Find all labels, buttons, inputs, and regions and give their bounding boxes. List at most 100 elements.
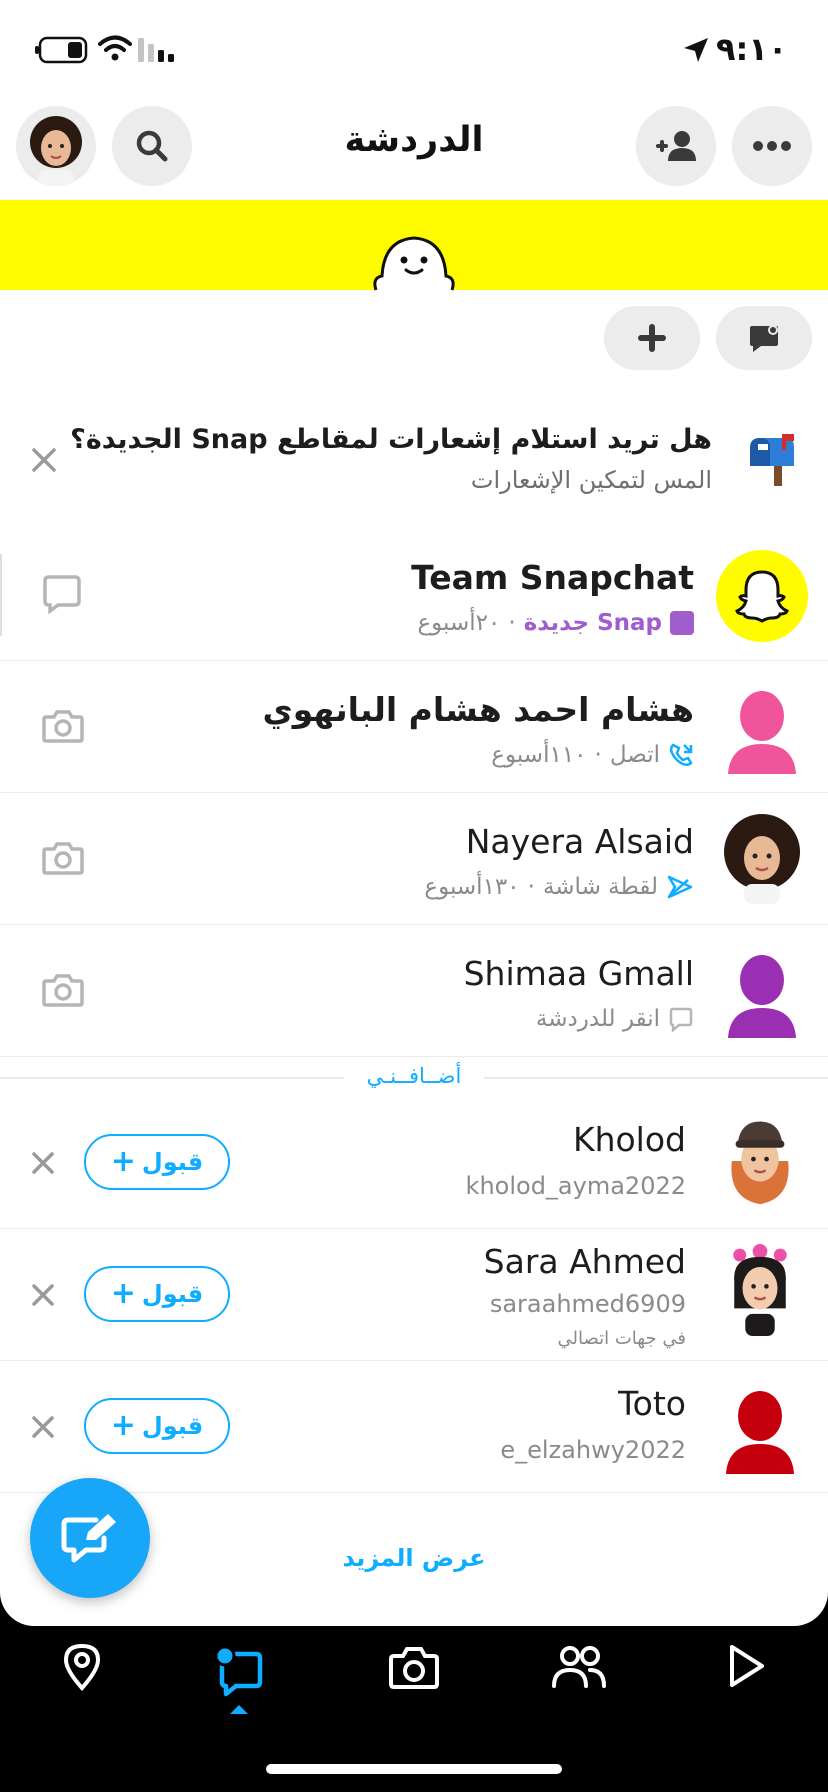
- close-icon[interactable]: [30, 446, 58, 474]
- chat-status-text: لقطة شاشة: [542, 874, 658, 900]
- chat-time: ١١٠أسبوع: [491, 742, 587, 768]
- avatar-bitmoji-icon: [30, 116, 82, 186]
- app-root: ٩:١٠ الدردشة هل تريد استلام إشعارات لمقا…: [0, 0, 828, 1792]
- chat-outline-icon: [669, 1007, 693, 1032]
- chat-row-hesham[interactable]: هشام احمد هشام البانهوي اتصل · ١١٠أسبوع: [0, 662, 828, 793]
- more-dots-icon: [753, 141, 791, 151]
- chat-status-text: انقر للدردشة: [535, 1006, 660, 1032]
- dot-separator: ·: [594, 742, 602, 768]
- home-indicator: [266, 1764, 562, 1774]
- location-arrow-icon: [684, 38, 708, 62]
- show-more-link[interactable]: عرض المزيد: [314, 1544, 514, 1572]
- status-bar: ٩:١٠: [0, 0, 828, 100]
- camera-icon[interactable]: [42, 972, 84, 1008]
- bitmoji-placeholder-avatar[interactable]: [716, 946, 808, 1038]
- map-pin-icon[interactable]: [60, 1642, 104, 1692]
- bottom-nav: [0, 1626, 828, 1792]
- camera-icon[interactable]: [42, 708, 84, 744]
- notification-title-before: هل تريد استلام إشعارات لمقاطع: [276, 424, 712, 455]
- accept-label: قبول: [141, 1148, 204, 1176]
- request-note: في جهات اتصالي: [557, 1328, 687, 1349]
- notification-title-after: الجديدة؟: [70, 424, 182, 455]
- page-title: الدردشة: [344, 120, 484, 160]
- friends-stories-icon[interactable]: [550, 1642, 608, 1692]
- friend-request-row[interactable]: قبول + Sara Ahmed saraahmed6909 في جهات …: [0, 1230, 828, 1361]
- chat-status: لقطة شاشة · ١٣٠أسبوع: [424, 874, 694, 900]
- bitmoji-placeholder-avatar[interactable]: [716, 682, 808, 774]
- new-chat-fab[interactable]: [30, 1478, 150, 1598]
- ghost-peek-icon: [373, 236, 455, 291]
- added-me-section-label: أضــافــنـي: [344, 1064, 484, 1088]
- chat-status-text: جديدة: [523, 610, 590, 636]
- chat-bubble-icon[interactable]: [42, 574, 82, 614]
- compose-chat-icon: [61, 1514, 116, 1563]
- battery-icon: [35, 36, 88, 64]
- sara-bitmoji-avatar[interactable]: [714, 1244, 806, 1336]
- spotlight-play-icon[interactable]: [724, 1642, 768, 1690]
- status-time: ٩:١٠: [716, 30, 788, 68]
- notification-title-brand: Snap: [191, 424, 268, 455]
- chat-name: هشام احمد هشام البانهوي: [262, 690, 695, 729]
- friend-request-row[interactable]: قبول + Kholod kholod_ayma2022: [0, 1098, 828, 1229]
- notification-subtitle: المس لتمكين الإشعارات: [470, 466, 712, 494]
- screenshot-icon: [667, 875, 693, 899]
- request-username: kholod_ayma2022: [465, 1172, 686, 1200]
- friend-request-row[interactable]: قبول + Toto e_elzahwy2022: [0, 1362, 828, 1493]
- my-bitmoji-avatar[interactable]: [16, 106, 96, 186]
- chat-time: ٢٠أسبوع: [417, 610, 501, 636]
- chat-row-nayera[interactable]: Nayera Alsaid لقطة شاشة · ١٣٠أسبوع: [0, 794, 828, 925]
- chat-name: Shimaa Gmall: [463, 954, 694, 993]
- chat-tab-icon: [214, 1645, 263, 1697]
- chat-time: ١٣٠أسبوع: [424, 874, 520, 900]
- mailbox-icon: [750, 434, 794, 486]
- accept-label: قبول: [141, 1280, 204, 1308]
- request-name: Sara Ahmed: [483, 1242, 686, 1281]
- dismiss-x-icon[interactable]: [30, 1282, 56, 1308]
- snap-unopened-square-icon: [670, 611, 694, 635]
- story-reply-button[interactable]: [716, 306, 812, 370]
- accept-button[interactable]: قبول +: [84, 1134, 230, 1190]
- add-friend-button[interactable]: [636, 106, 716, 186]
- chat-row-team-snapchat[interactable]: Team Snapchat Snap جديدة · ٢٠أسبوع: [0, 530, 828, 661]
- team-snapchat-avatar[interactable]: [716, 550, 808, 642]
- dismiss-x-icon[interactable]: [30, 1150, 56, 1176]
- nayera-bitmoji-avatar[interactable]: [716, 812, 808, 904]
- snap-yellow-banner: [0, 200, 828, 291]
- accept-button[interactable]: قبول +: [84, 1398, 230, 1454]
- search-button[interactable]: [112, 106, 192, 186]
- chat-status: انقر للدردشة: [536, 1006, 694, 1032]
- search-icon: [136, 130, 168, 162]
- chat-row-shimaa[interactable]: Shimaa Gmall انقر للدردشة: [0, 926, 828, 1057]
- request-name: Toto: [618, 1384, 686, 1423]
- chat-name: Team Snapchat: [411, 558, 694, 597]
- new-story-button[interactable]: [604, 306, 700, 370]
- wifi-icon: [98, 35, 132, 61]
- bitmoji-placeholder-avatar[interactable]: [714, 1382, 806, 1474]
- row-divider-mark: [0, 554, 2, 636]
- chat-tab[interactable]: [212, 1636, 272, 1716]
- chat-screen: ٩:١٠ الدردشة هل تريد استلام إشعارات لمقا…: [0, 0, 828, 1626]
- notification-prompt[interactable]: هل تريد استلام إشعارات لمقاطع Snap الجدي…: [0, 400, 828, 500]
- dot-separator: ·: [508, 610, 516, 636]
- ghost-logo-icon: [735, 570, 789, 623]
- chat-status: اتصل · ١١٠أسبوع: [491, 742, 694, 768]
- dot-separator: ·: [527, 874, 535, 900]
- accept-button[interactable]: قبول +: [84, 1266, 230, 1322]
- request-name: Kholod: [572, 1120, 686, 1159]
- kholod-bitmoji-avatar[interactable]: [714, 1114, 806, 1206]
- plus-icon: +: [110, 1408, 136, 1443]
- plus-icon: +: [110, 1276, 136, 1311]
- request-username: saraahmed6909: [489, 1290, 686, 1318]
- chat-name: Nayera Alsaid: [465, 822, 694, 861]
- plus-icon: [638, 324, 666, 352]
- story-bubble-icon: [750, 325, 778, 352]
- chat-status-text: اتصل: [609, 742, 660, 768]
- plus-icon: +: [110, 1144, 136, 1179]
- camera-icon[interactable]: [42, 840, 84, 876]
- dismiss-x-icon[interactable]: [30, 1414, 56, 1440]
- more-options-button[interactable]: [732, 106, 812, 186]
- camera-tab-icon[interactable]: [388, 1644, 440, 1690]
- chat-status-brand: Snap: [597, 610, 662, 636]
- chat-status: Snap جديدة · ٢٠أسبوع: [417, 610, 694, 636]
- active-tab-indicator-icon: [230, 1705, 248, 1714]
